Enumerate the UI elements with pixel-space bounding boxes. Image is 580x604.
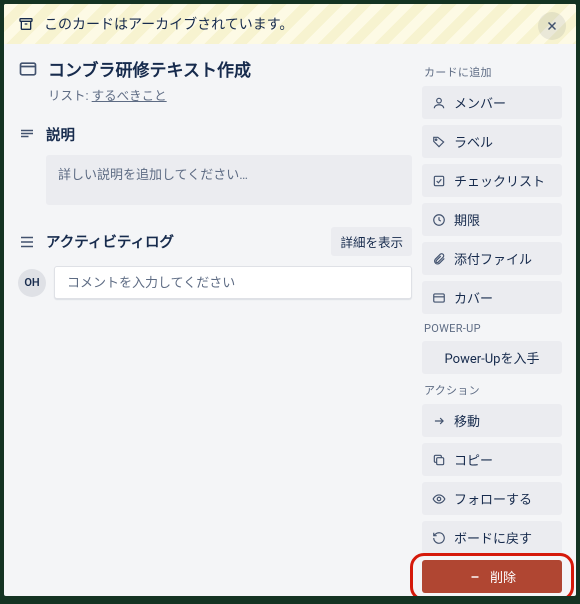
description-icon [18,126,36,144]
add-due-date-button[interactable]: 期限 [422,203,562,236]
toggle-activity-button[interactable]: 詳細を表示 [331,227,412,256]
send-to-board-button[interactable]: ボードに戻す [422,521,562,554]
sidebar-item-label: ボードに戻す [454,528,532,547]
description-heading: 説明 [46,124,412,145]
description-header: 説明 [18,124,412,145]
activity-icon [18,233,36,251]
sidebar-item-label: メンバー [454,93,506,112]
person-icon [432,96,446,110]
card-title-icon [18,59,38,79]
archive-banner: このカードはアーカイブされています。 [4,4,576,44]
restore-icon [432,531,446,545]
comment-input[interactable] [54,266,412,299]
add-attachment-button[interactable]: 添付ファイル [422,242,562,275]
list-link[interactable]: するべきこと [92,89,167,104]
clock-icon [432,213,446,227]
activity-heading: アクティビティログ [46,231,321,252]
minus-icon [468,570,482,584]
close-button[interactable] [538,12,566,40]
sidebar-item-label: チェックリスト [454,171,545,190]
add-labels-button[interactable]: ラベル [422,125,562,158]
move-button[interactable]: 移動 [422,404,562,437]
eye-icon [432,492,446,506]
card-modal: このカードはアーカイブされています。 コンブラ研修テキスト作成 リスト: するべ… [4,4,576,596]
title-row: コンブラ研修テキスト作成 [18,56,412,81]
copy-button[interactable]: コピー [422,443,562,476]
description-input[interactable]: 詳しい説明を追加してください… [46,155,412,205]
add-members-button[interactable]: メンバー [422,86,562,119]
sidebar-add-heading: カードに追加 [424,64,562,80]
activity-header: アクティビティログ 詳細を表示 [18,227,412,256]
follow-button[interactable]: フォローする [422,482,562,515]
sidebar-item-label: カバー [454,288,493,307]
sidebar: カードに追加 メンバー ラベル チェックリスト 期限 添付ファイル [422,56,562,596]
sidebar-item-label: フォローする [454,489,532,508]
sidebar-item-label: ラベル [454,132,493,151]
arrow-right-icon [432,414,446,428]
cover-icon [432,291,446,305]
archive-banner-text: このカードはアーカイブされています。 [44,14,293,34]
sidebar-item-label: 期限 [454,210,480,229]
sidebar-item-label: Power-Upを入手 [445,348,540,367]
add-checklist-button[interactable]: チェックリスト [422,164,562,197]
tag-icon [432,135,446,149]
sidebar-item-label: コピー [454,450,493,469]
sidebar-item-label: 削除 [490,567,516,586]
comment-row: OH [18,266,412,299]
add-cover-button[interactable]: カバー [422,281,562,314]
get-powerup-button[interactable]: Power-Upを入手 [422,341,562,374]
sidebar-powerup-heading: POWER-UP [424,322,562,335]
attachment-icon [432,252,446,266]
avatar[interactable]: OH [18,269,46,297]
list-prefix: リスト: [48,89,92,104]
close-icon [545,19,559,33]
archive-icon [18,16,34,32]
copy-icon [432,453,446,467]
sidebar-item-label: 移動 [454,411,480,430]
list-location: リスト: するべきこと [48,85,412,104]
card-title[interactable]: コンブラ研修テキスト作成 [48,56,251,81]
delete-button[interactable]: 削除 [422,560,562,593]
main-column: コンブラ研修テキスト作成 リスト: するべきこと 説明 詳しい説明を追加してくだ… [18,56,412,596]
sidebar-actions-heading: アクション [424,382,562,398]
checklist-icon [432,174,446,188]
sidebar-item-label: 添付ファイル [454,249,532,268]
modal-content: コンブラ研修テキスト作成 リスト: するべきこと 説明 詳しい説明を追加してくだ… [4,44,576,596]
